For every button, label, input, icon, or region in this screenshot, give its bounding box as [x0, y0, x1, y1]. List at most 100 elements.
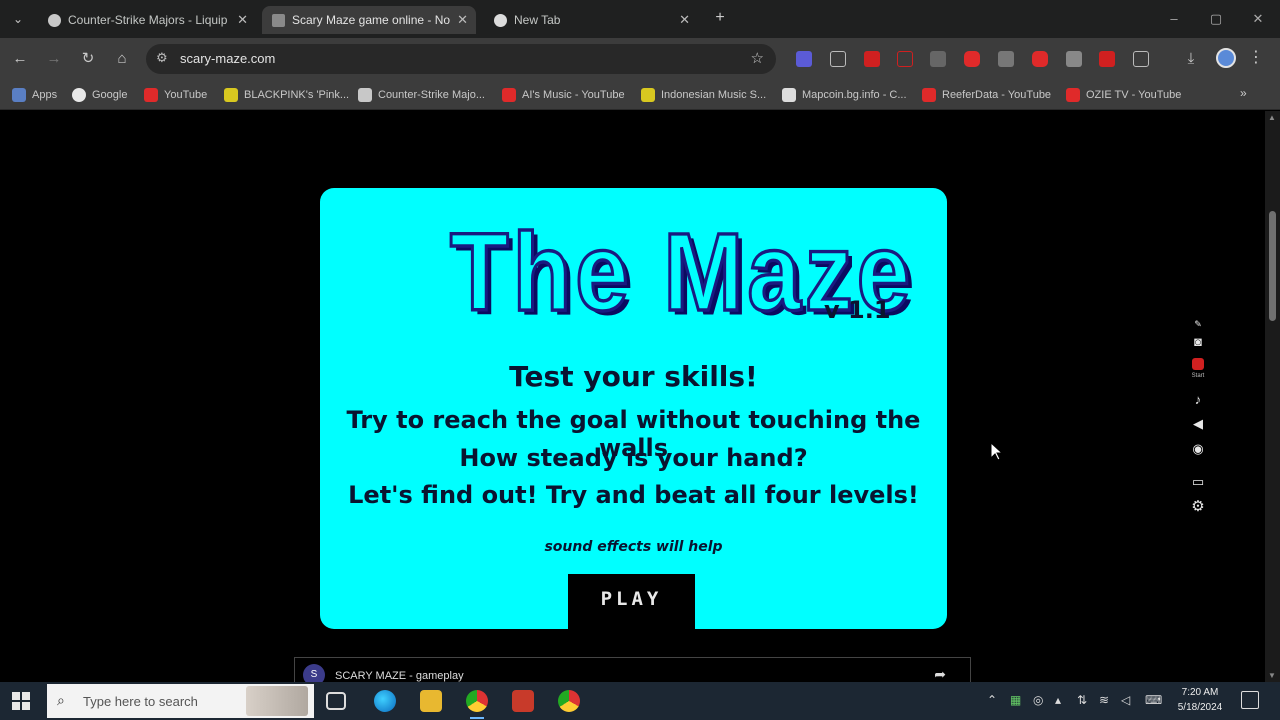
close-icon[interactable]: ✕ — [679, 6, 690, 34]
bookmark-google[interactable]: Google — [72, 86, 127, 104]
play-label: PLAY — [600, 588, 663, 610]
bookmark-label: BLACKPINK's 'Pink... — [244, 89, 350, 101]
address-bar[interactable]: ⚙ scary-maze.com ☆ — [146, 44, 776, 74]
maze-game-canvas[interactable]: The Maze v 1.1 Test your skills! Try to … — [320, 188, 947, 629]
reload-icon[interactable]: ↻ — [76, 47, 100, 71]
volume-icon[interactable]: ◁ — [1121, 693, 1130, 707]
youtube-icon — [502, 88, 516, 102]
recorder-toolbar: ✎ ◙ Start ♪ ◀ ◉ ▭ ⚙ — [1186, 311, 1210, 521]
task-view-icon[interactable] — [326, 692, 346, 710]
bookmark-blackpink[interactable]: BLACKPINK's 'Pink... — [224, 86, 349, 104]
forward-icon[interactable]: → — [42, 47, 66, 71]
bookmark-label: OZIE TV - YouTube — [1086, 89, 1182, 101]
tray-expand-icon[interactable]: ⌃ — [987, 693, 997, 707]
download-icon[interactable]: ⤓ — [1179, 47, 1203, 71]
settings-gear-icon[interactable]: ⚙ — [1189, 499, 1207, 514]
extension-icon[interactable] — [998, 51, 1014, 67]
site-favicon-icon — [224, 88, 238, 102]
more-bookmarks-icon[interactable]: » — [1240, 86, 1247, 100]
youtube-icon — [1066, 88, 1080, 102]
notification-icon[interactable] — [1241, 691, 1259, 709]
close-icon[interactable]: ✕ — [457, 6, 468, 34]
game-question: How steady is your hand? — [459, 444, 808, 472]
page-scrollbar[interactable]: ▲ ▼ — [1265, 111, 1280, 682]
wifi-icon[interactable]: ≋ — [1099, 693, 1109, 707]
record-icon[interactable] — [1192, 358, 1204, 370]
extension-icon[interactable] — [897, 51, 913, 67]
close-icon[interactable]: ✕ — [237, 6, 248, 34]
site-info-icon[interactable]: ⚙ — [156, 50, 168, 66]
maximize-button[interactable]: ▢ — [1196, 6, 1236, 32]
extension-icon[interactable] — [1032, 51, 1048, 67]
pen-icon[interactable]: ✎ — [1189, 317, 1207, 331]
extension-icon[interactable] — [930, 51, 946, 67]
share-icon[interactable]: ➦ — [934, 666, 946, 683]
tray-app-icon[interactable]: ◎ — [1033, 693, 1043, 707]
profile-avatar[interactable] — [1216, 48, 1236, 68]
clock-time: 7:20 AM — [1181, 687, 1219, 698]
bookmark-indonesian-music[interactable]: Indonesian Music S... — [641, 86, 766, 104]
game-challenge: Let's find out! Try and beat all four le… — [348, 481, 919, 509]
microphone-icon[interactable]: ♪ — [1189, 393, 1207, 407]
video-title[interactable]: SCARY MAZE - gameplay — [335, 670, 464, 682]
windows-start-icon[interactable] — [12, 692, 30, 710]
close-window-button[interactable]: ✕ — [1238, 6, 1278, 32]
taskbar-search-box[interactable]: ⌕ Type here to search — [47, 684, 314, 718]
extension-icon[interactable] — [864, 51, 880, 67]
bookmark-mapcoin[interactable]: Mapcoin.bg.info - C... — [782, 86, 907, 104]
record-label: Start — [1191, 373, 1205, 379]
screen-icon[interactable]: ▭ — [1189, 475, 1207, 489]
new-tab-button[interactable]: + — [710, 8, 730, 28]
play-button[interactable]: PLAY — [568, 574, 695, 629]
bookmark-label: Google — [92, 89, 128, 101]
bookmarks-bar: Apps Google YouTube BLACKPINK's 'Pink...… — [0, 80, 1280, 110]
edge-browser-icon[interactable] — [374, 690, 396, 712]
game-app-icon[interactable] — [512, 690, 534, 712]
scroll-down-icon[interactable]: ▼ — [1268, 671, 1276, 680]
keyboard-icon[interactable]: ⌨ — [1145, 693, 1162, 707]
extension-icon[interactable] — [1099, 51, 1115, 67]
bookmark-label: Apps — [32, 89, 58, 101]
tab-search-button[interactable]: ⌄ — [6, 8, 30, 30]
minimize-button[interactable]: – — [1154, 6, 1194, 32]
tab-new-tab[interactable]: New Tab ✕ — [484, 6, 698, 34]
extension-icon[interactable] — [830, 51, 846, 67]
bookmark-label: AI's Music - YouTube — [522, 89, 625, 101]
tray-app-icon[interactable]: ▴ — [1055, 693, 1061, 707]
extension-icon[interactable] — [1066, 51, 1082, 67]
extension-icon[interactable] — [964, 51, 980, 67]
webcam-icon[interactable]: ◉ — [1189, 442, 1207, 456]
bookmark-ozie-tv[interactable]: OZIE TV - YouTube — [1066, 86, 1181, 104]
camera-icon[interactable]: ◙ — [1189, 335, 1207, 349]
taskbar-clock[interactable]: 7:20 AM 5/18/2024 — [1172, 685, 1228, 715]
chrome-icon[interactable] — [466, 690, 488, 719]
scroll-up-icon[interactable]: ▲ — [1268, 113, 1276, 122]
extension-icon[interactable] — [796, 51, 812, 67]
speaker-icon[interactable]: ◀ — [1189, 417, 1207, 431]
game-version: v 1.1 — [824, 296, 891, 324]
tray-app-icon[interactable]: ▦ — [1010, 693, 1021, 707]
tab-strip: ⌄ Counter-Strike Majors - Liquip ✕ Scary… — [0, 0, 1280, 38]
tab-scary-maze[interactable]: Scary Maze game online - No ✕ — [262, 6, 476, 34]
chrome-favicon-icon — [494, 14, 507, 27]
bookmark-youtube[interactable]: YouTube — [144, 86, 207, 104]
bookmark-counter-strike[interactable]: Counter-Strike Majo... — [358, 86, 485, 104]
back-icon[interactable]: ← — [8, 47, 32, 71]
google-icon — [72, 88, 86, 102]
extensions-puzzle-icon[interactable] — [1133, 51, 1149, 67]
network-icon[interactable]: ⇅ — [1077, 693, 1087, 707]
apps-grid-icon — [12, 88, 26, 102]
bookmark-star-icon[interactable]: ☆ — [751, 49, 764, 67]
home-icon[interactable]: ⌂ — [110, 47, 134, 71]
bookmark-music[interactable]: AI's Music - YouTube — [502, 86, 625, 104]
file-explorer-icon[interactable] — [420, 690, 442, 712]
tab-title: Counter-Strike Majors - Liquip — [68, 13, 228, 27]
bookmark-apps[interactable]: Apps — [12, 86, 57, 104]
chrome-alt-icon[interactable] — [558, 690, 580, 712]
bookmark-reeferdata[interactable]: ReeferData - YouTube — [922, 86, 1051, 104]
tab-counter-strike[interactable]: Counter-Strike Majors - Liquip ✕ — [38, 6, 256, 34]
liquipedia-favicon-icon — [48, 14, 61, 27]
menu-icon[interactable]: ⋮ — [1248, 47, 1264, 67]
scrollbar-thumb[interactable] — [1269, 211, 1276, 321]
windows-taskbar: ⌕ Type here to search ⌃ ▦ ◎ ▴ ⇅ ≋ ◁ ⌨ 7:… — [0, 682, 1280, 720]
